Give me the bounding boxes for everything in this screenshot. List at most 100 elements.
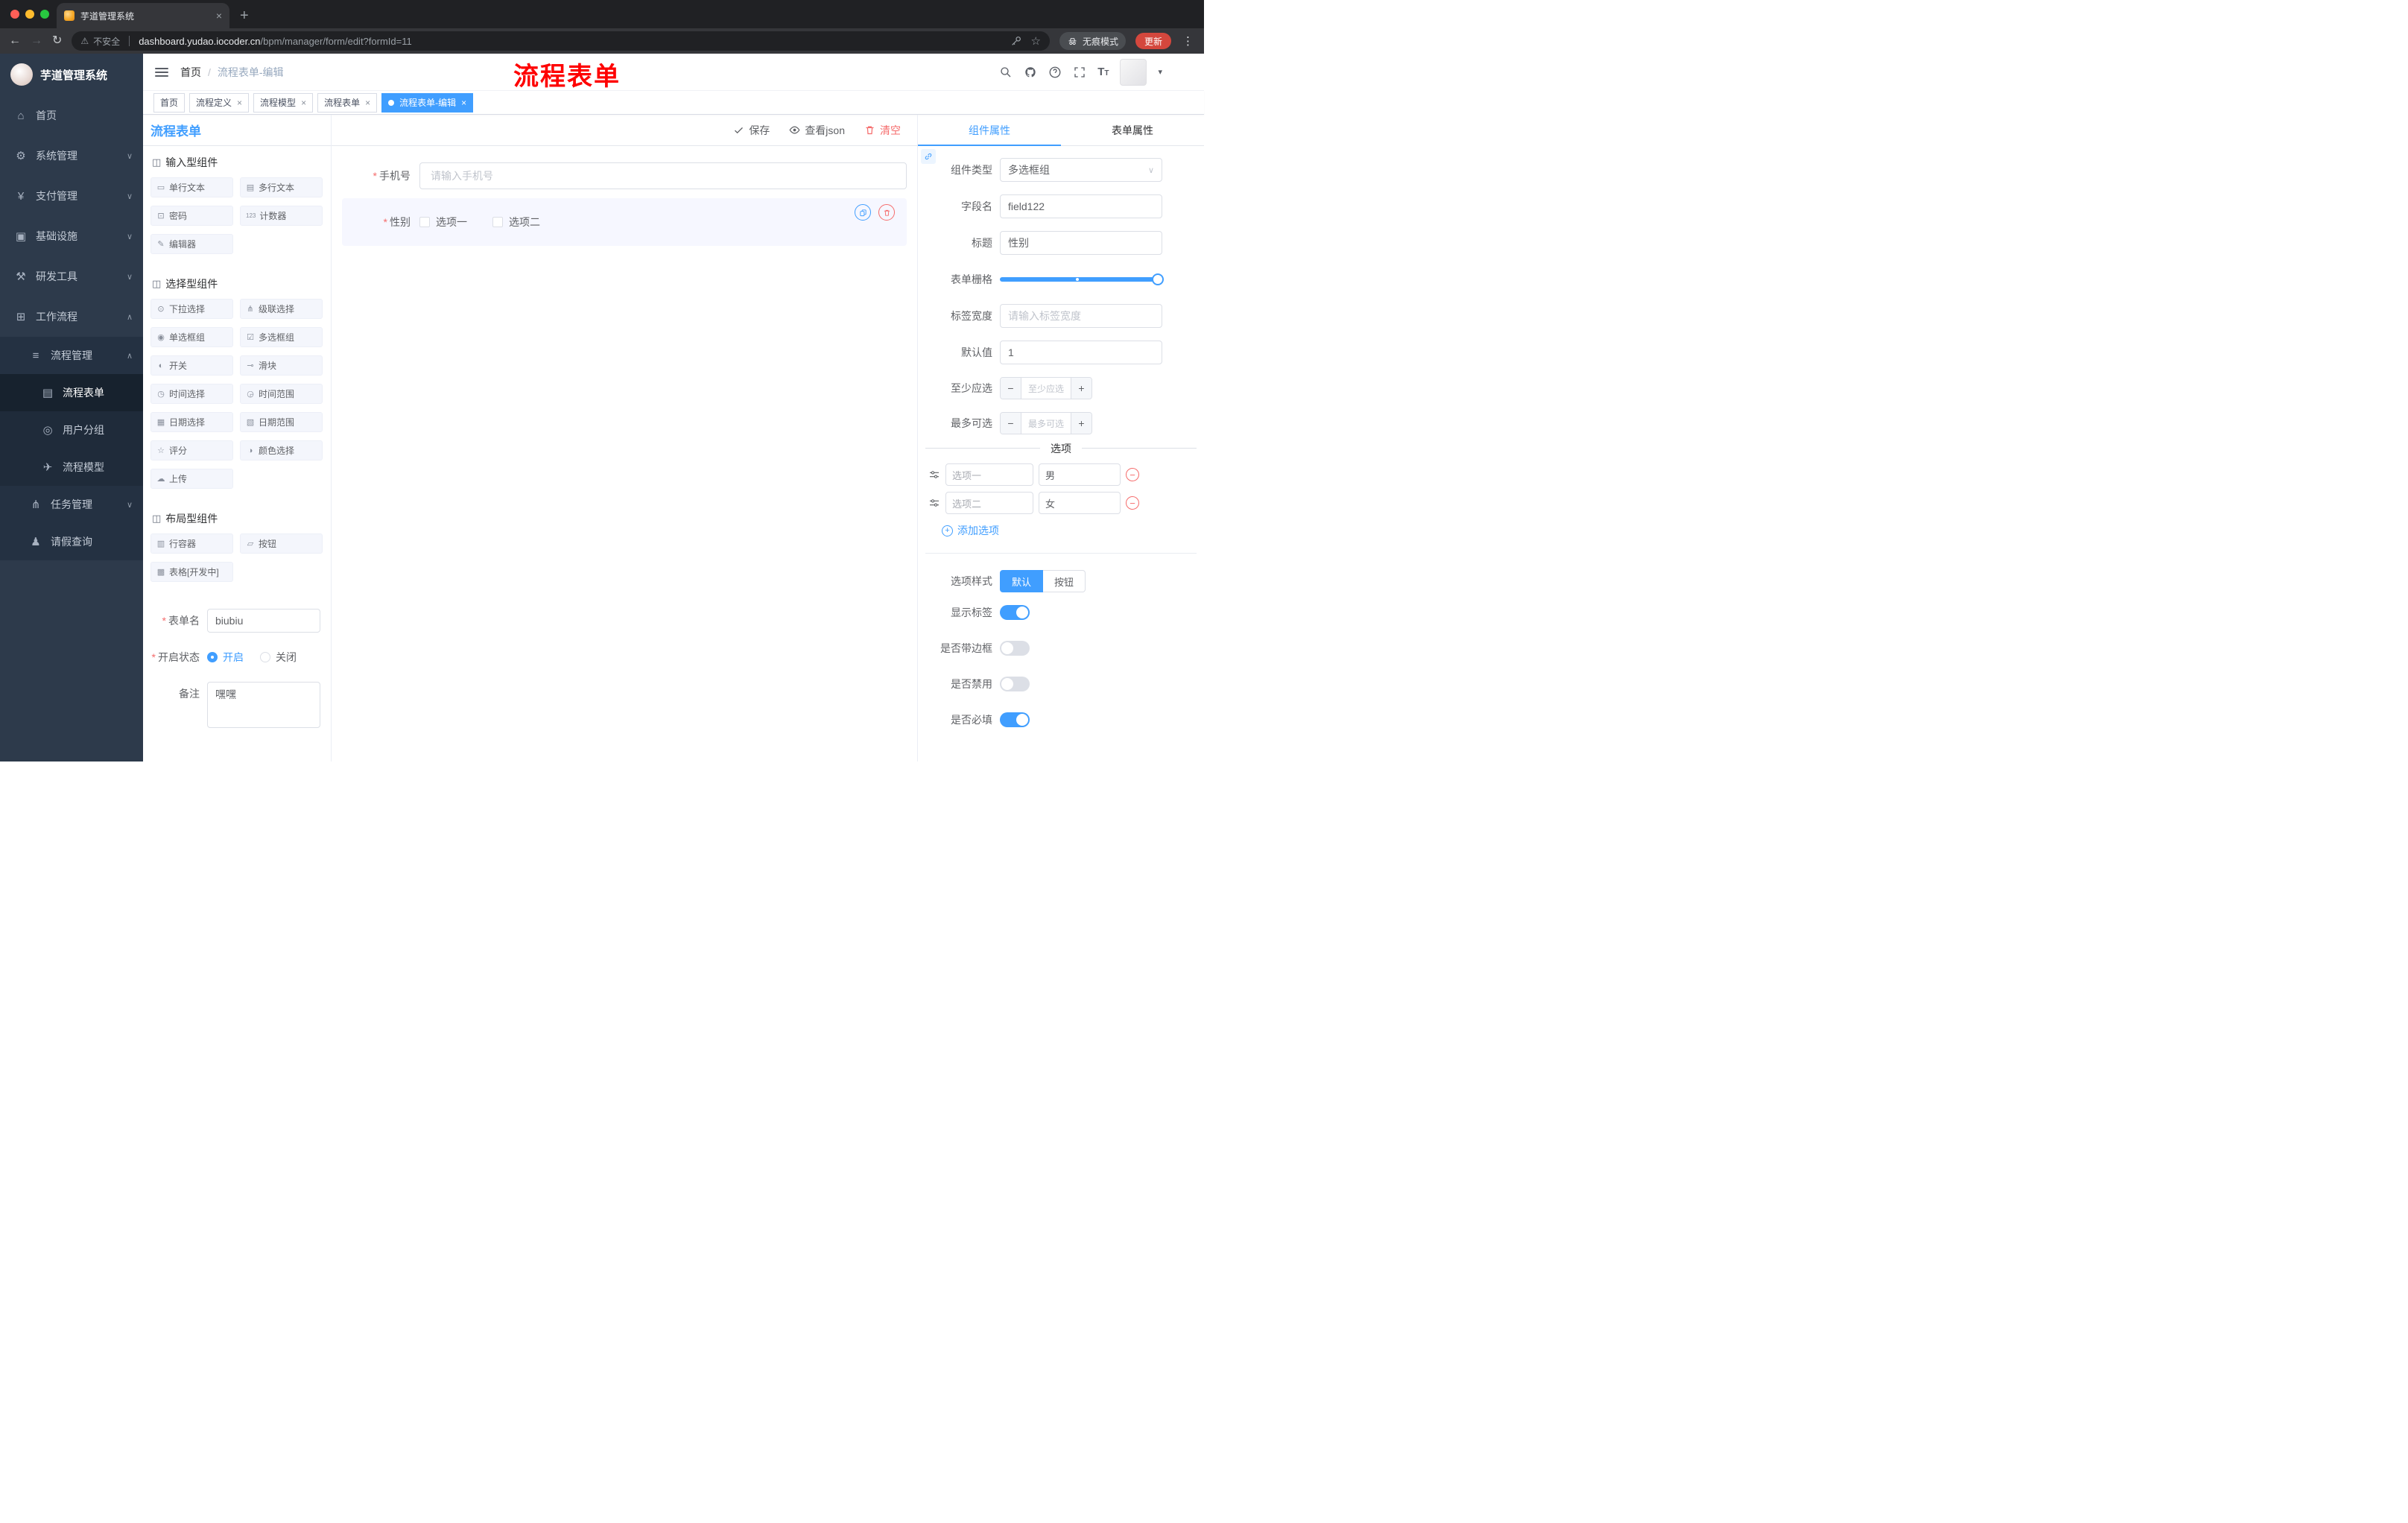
close-icon[interactable]: × [237,98,242,108]
forward-icon[interactable]: → [31,35,42,47]
fullscreen-icon[interactable] [1073,66,1086,79]
tag-process-form-edit[interactable]: 流程表单-编辑 × [381,92,474,113]
drag-handle-icon[interactable] [928,469,940,481]
form-name-input[interactable] [207,609,320,633]
decrease-button[interactable]: − [1001,413,1021,434]
avatar-caret-icon[interactable]: ▾ [1158,67,1162,77]
collapse-sidebar-icon[interactable] [155,67,168,77]
sidebar-item-process-form[interactable]: ▤ 流程表单 [0,374,143,411]
increase-button[interactable]: + [1071,413,1091,434]
component-type-select[interactable]: 多选框组 ∨ [1000,158,1162,182]
url-bar[interactable]: ⚠ 不安全 dashboard.yudao.iocoder.cn/bpm/man… [72,31,1050,51]
save-button[interactable]: 保存 [733,123,770,138]
max-select-input[interactable]: 最多可选 [1021,413,1071,434]
grid-slider[interactable] [1000,267,1164,291]
tag-home[interactable]: 首页 [153,92,186,113]
component-editor[interactable]: ✎ 编辑器 [150,234,233,254]
add-option-button[interactable]: + 添加选项 [942,523,1204,538]
delete-widget-button[interactable] [878,204,895,221]
tab-component-props[interactable]: 组件属性 [918,115,1061,146]
selected-gender-widget[interactable]: 性别 选项一 选项二 [342,198,907,246]
zoom-window-button[interactable] [40,10,49,19]
sidebar-item-infrastructure[interactable]: ▣ 基础设施 ∨ [0,216,143,256]
tab-form-props[interactable]: 表单属性 [1061,115,1204,145]
component-switch[interactable]: ◐ 开关 [150,355,233,376]
component-slider[interactable]: ⊸ 滑块 [240,355,323,376]
sidebar-item-leave-query[interactable]: ♟ 请假查询 [0,523,143,560]
increase-button[interactable]: + [1071,378,1091,399]
close-icon[interactable]: × [301,98,306,108]
style-button-button[interactable]: 按钮 [1043,570,1086,592]
bookmark-star-icon[interactable]: ☆ [1031,34,1041,48]
minimize-window-button[interactable] [25,10,34,19]
checkbox-box[interactable] [419,217,430,227]
component-rate[interactable]: ☆ 评分 [150,440,233,460]
sidebar-item-process-model[interactable]: ✈ 流程模型 [0,449,143,486]
drag-handle-icon[interactable] [928,497,940,509]
component-date-picker[interactable]: ▦ 日期选择 [150,412,233,432]
component-password[interactable]: ⊡ 密码 [150,206,233,226]
component-date-range[interactable]: ▧ 日期范围 [240,412,323,432]
link-icon[interactable] [921,149,936,164]
update-button[interactable]: 更新 [1135,33,1171,49]
github-icon[interactable] [1024,66,1037,79]
view-json-button[interactable]: 查看json [789,123,845,138]
status-off-radio[interactable]: 关闭 [260,650,297,665]
label-width-input[interactable] [1000,304,1162,328]
option-label-input[interactable] [945,492,1033,514]
close-icon[interactable]: × [461,98,466,108]
sidebar-item-user-group[interactable]: ◎ 用户分组 [0,411,143,449]
component-select[interactable]: ⊙ 下拉选择 [150,299,233,319]
close-icon[interactable]: × [365,98,370,108]
show-label-switch[interactable] [1000,605,1030,620]
security-warning-icon[interactable]: ⚠ [80,36,89,46]
form-canvas[interactable]: 手机号 性别 选项一 [332,146,917,762]
component-color-picker[interactable]: ◑ 颜色选择 [240,440,323,460]
component-table[interactable]: ▩ 表格[开发中] [150,562,233,582]
user-avatar[interactable] [1120,58,1147,86]
gender-option2-checkbox[interactable]: 选项二 [492,215,540,229]
remove-option-button[interactable]: − [1126,496,1139,510]
border-switch[interactable] [1000,641,1030,656]
password-key-icon[interactable] [1010,35,1022,47]
component-row-container[interactable]: ▥ 行容器 [150,533,233,554]
font-size-icon[interactable]: TT [1097,66,1109,77]
reload-icon[interactable]: ↻ [52,35,62,47]
phone-field-row[interactable]: 手机号 [342,162,907,189]
close-window-button[interactable] [10,10,19,19]
sidebar-item-home[interactable]: ⌂ 首页 [0,95,143,136]
component-time-range[interactable]: ◶ 时间范围 [240,384,323,404]
slider-track[interactable] [1000,277,1162,282]
component-radio-group[interactable]: ◉ 单选框组 [150,327,233,347]
tag-process-definition[interactable]: 流程定义 × [189,92,250,113]
clear-button[interactable]: 清空 [864,123,901,138]
component-time-picker[interactable]: ◷ 时间选择 [150,384,233,404]
gender-option1-checkbox[interactable]: 选项一 [419,215,467,229]
copy-widget-button[interactable] [855,204,871,221]
checkbox-box[interactable] [492,217,503,227]
browser-tab[interactable]: 芋道管理系统 × [57,3,229,28]
tag-process-model[interactable]: 流程模型 × [253,92,314,113]
option-label-input[interactable] [945,463,1033,486]
option-value-input[interactable] [1039,492,1121,514]
option-value-input[interactable] [1039,463,1121,486]
back-icon[interactable]: ← [9,35,21,47]
sidebar-item-system[interactable]: ⚙ 系统管理 ∨ [0,136,143,176]
min-select-input[interactable]: 至少应选 [1021,378,1071,399]
component-single-line-text[interactable]: ▭ 单行文本 [150,177,233,197]
sidebar-item-workflow[interactable]: ⊞ 工作流程 ∧ [0,297,143,337]
browser-menu-icon[interactable]: ⋮ [1182,34,1194,48]
phone-input[interactable] [419,162,907,189]
remark-textarea[interactable]: 嘿嘿 [207,682,320,728]
style-default-button[interactable]: 默认 [1000,570,1044,592]
decrease-button[interactable]: − [1001,378,1021,399]
slider-handle[interactable] [1152,273,1164,285]
component-upload[interactable]: ☁ 上传 [150,469,233,489]
field-name-input[interactable] [1000,194,1162,218]
default-value-input[interactable] [1000,341,1162,364]
new-tab-button[interactable]: + [240,8,249,23]
component-counter[interactable]: 123 计数器 [240,206,323,226]
status-on-radio[interactable]: 开启 [207,650,244,665]
breadcrumb-home[interactable]: 首页 [180,65,201,80]
sidebar-item-devtools[interactable]: ⚒ 研发工具 ∨ [0,256,143,297]
